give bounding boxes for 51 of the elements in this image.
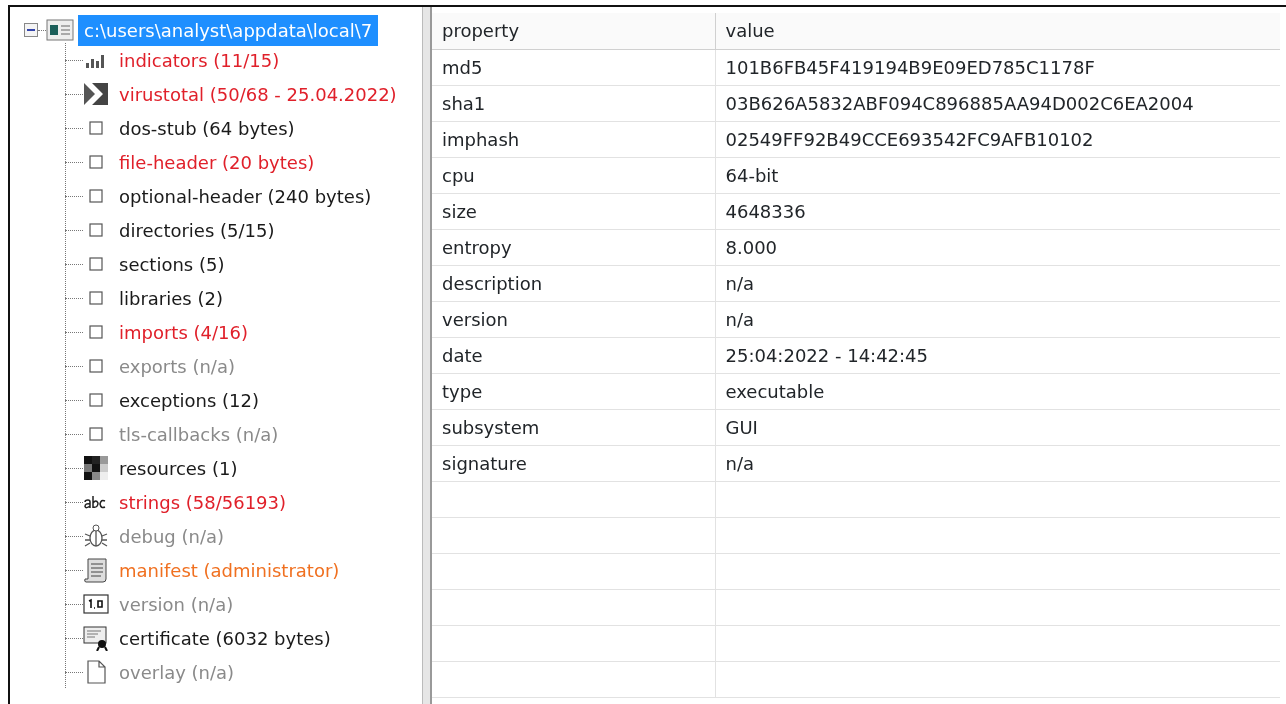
tree-root-item[interactable]: c:\users\analyst\appdata\local\7 [78, 14, 379, 46]
table-cell: GUI [715, 409, 1280, 445]
tree-item[interactable]: tls-callbacks (n/a) [119, 420, 279, 448]
tree-item[interactable]: exceptions (12) [119, 386, 260, 414]
table-cell: n/a [715, 265, 1280, 301]
bug-icon [83, 523, 109, 549]
tree-item[interactable]: manifest (administrator) [119, 556, 340, 584]
collapse-toggle[interactable] [24, 23, 38, 37]
table-cell: version [432, 301, 715, 337]
table-cell: signature [432, 445, 715, 481]
tree-item[interactable]: sections (5) [119, 250, 225, 278]
tree-item[interactable]: indicators (11/15) [119, 46, 280, 74]
table-cell: n/a [715, 301, 1280, 337]
table-cell: 03B626A5832ABF094C896885AA94D002C6EA2004 [715, 85, 1280, 121]
table-cell: description [432, 265, 715, 301]
column-header[interactable]: property [432, 13, 715, 49]
version-icon [83, 591, 109, 617]
tree-item[interactable]: libraries (2) [119, 284, 223, 312]
tree-item[interactable]: overlay (n/a) [119, 658, 235, 686]
table-cell: 02549FF92B49CCE693542FC9AFB10102 [715, 121, 1280, 157]
table-cell: 8.000 [715, 229, 1280, 265]
tree-item[interactable]: directories (5/15) [119, 216, 275, 244]
table-cell: n/a [715, 445, 1280, 481]
tree-item[interactable]: optional-header (240 bytes) [119, 182, 372, 210]
tree-item[interactable]: imports (4/16) [119, 318, 248, 346]
table-cell: 4648336 [715, 193, 1280, 229]
table-cell: md5 [432, 49, 715, 85]
table-cell: 101B6FB45F419194B9E09ED785C1178F [715, 49, 1280, 85]
tree-item[interactable]: dos-stub (64 bytes) [119, 114, 295, 142]
table-cell: 64-bit [715, 157, 1280, 193]
table-cell: date [432, 337, 715, 373]
column-header[interactable]: value [715, 13, 1280, 49]
table-cell: executable [715, 373, 1280, 409]
tree-item[interactable]: version (n/a) [119, 590, 234, 618]
tree-item[interactable]: strings (58/56193) [119, 488, 287, 516]
tree-item[interactable]: certificate (6032 bytes) [119, 624, 331, 652]
tree-item[interactable]: exports (n/a) [119, 352, 235, 380]
table-cell: type [432, 373, 715, 409]
table-cell: size [432, 193, 715, 229]
tree-item[interactable]: file-header (20 bytes) [119, 148, 315, 176]
tree-item[interactable]: resources (1) [119, 454, 238, 482]
table-cell: subsystem [432, 409, 715, 445]
scroll-icon [83, 557, 109, 583]
table-cell: cpu [432, 157, 715, 193]
table-cell: sha1 [432, 85, 715, 121]
chevron-icon [83, 81, 109, 107]
tree-item[interactable]: virustotal (50/68 - 25.04.2022) [119, 80, 397, 108]
table-cell: imphash [432, 121, 715, 157]
tree-item[interactable]: debug (n/a) [119, 522, 225, 550]
table-cell: entropy [432, 229, 715, 265]
table-cell: 25:04:2022 - 14:42:45 [715, 337, 1280, 373]
